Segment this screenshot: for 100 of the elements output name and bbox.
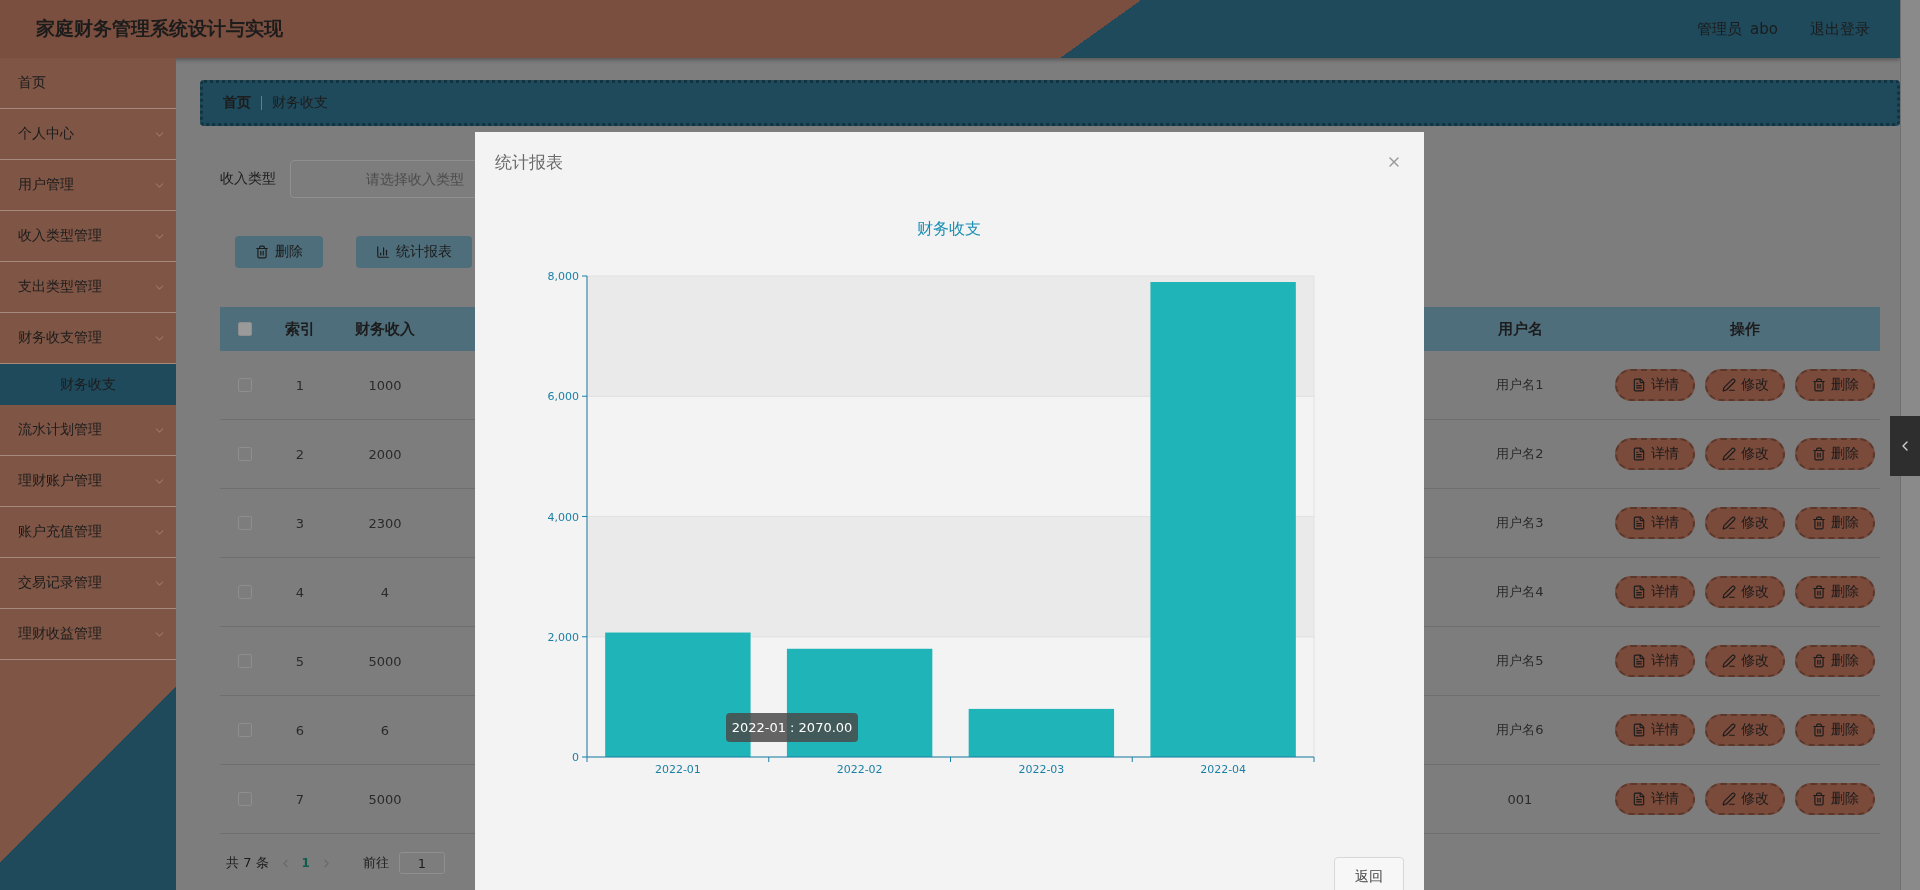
table-cell: 2 — [295, 446, 305, 462]
filter-label: 收入类型 — [220, 170, 276, 188]
table-cell: 用户名3 — [1496, 514, 1544, 532]
action-button[interactable]: 修改 — [1705, 507, 1785, 539]
sidebar-item[interactable]: 首页 — [0, 58, 176, 109]
logout-link[interactable]: 退出登录 — [1810, 19, 1870, 39]
document-icon — [1631, 654, 1646, 668]
sidebar-item[interactable]: 交易记录管理 — [0, 558, 176, 609]
bar[interactable] — [968, 708, 1115, 757]
pen-icon — [1721, 516, 1736, 530]
table-cell: 用户名5 — [1496, 652, 1544, 670]
document-icon — [1631, 516, 1646, 530]
table-cell: 4 — [380, 584, 390, 600]
y-tick-label: 4,000 — [547, 510, 579, 524]
action-button[interactable]: 详情 — [1615, 369, 1695, 401]
page-number[interactable]: 1 — [301, 856, 310, 870]
document-icon — [1631, 378, 1646, 392]
action-button[interactable]: 修改 — [1705, 783, 1785, 815]
table-cell: 用户名2 — [1496, 445, 1544, 463]
action-button[interactable]: 详情 — [1615, 783, 1695, 815]
trash-icon — [1811, 378, 1826, 392]
document-icon — [1631, 723, 1646, 737]
action-button[interactable]: 详情 — [1615, 576, 1695, 608]
table-cell: 1000 — [368, 377, 402, 393]
y-tick-label: 8,000 — [547, 270, 579, 283]
sidebar-item[interactable]: 理财账户管理 — [0, 456, 176, 507]
y-tick-label: 0 — [572, 751, 579, 764]
table-cell: 7 — [295, 791, 305, 807]
total-count: 共 7 条 — [226, 854, 269, 872]
user-role: 管理员 — [1697, 19, 1743, 39]
table-cell: 6 — [380, 722, 390, 738]
breadcrumb-item[interactable]: 财务收支 — [272, 94, 328, 112]
x-tick-label: 2022-01 — [654, 763, 701, 776]
table-cell: 2300 — [368, 515, 402, 531]
table-cell: 用户名4 — [1496, 583, 1544, 601]
action-button[interactable]: 删除 — [1795, 645, 1875, 677]
bar-chart-icon — [376, 245, 390, 259]
table-cell: 4 — [295, 584, 305, 600]
sidebar-item[interactable]: 个人中心 — [0, 109, 176, 160]
app-title: 家庭财务管理系统设计与实现 — [36, 16, 283, 41]
pen-icon — [1721, 585, 1736, 599]
back-button[interactable]: 返回 — [1334, 857, 1404, 890]
table-cell: 5000 — [368, 791, 402, 807]
action-button[interactable]: 删除 — [1795, 369, 1875, 401]
action-button[interactable]: 修改 — [1705, 369, 1785, 401]
action-button[interactable]: 删除 — [1795, 783, 1875, 815]
breadcrumb-item[interactable]: 首页 — [223, 94, 251, 112]
document-icon — [1631, 447, 1646, 461]
table-cell: 001 — [1507, 791, 1533, 807]
sidebar-item[interactable]: 理财收益管理 — [0, 609, 176, 660]
action-button[interactable]: 详情 — [1615, 645, 1695, 677]
trash-icon — [1811, 585, 1826, 599]
table-cell: 5000 — [368, 653, 402, 669]
action-button[interactable]: 详情 — [1615, 507, 1695, 539]
action-button[interactable]: 删除 — [1795, 576, 1875, 608]
action-button[interactable]: 详情 — [1615, 714, 1695, 746]
action-button[interactable]: 删除 — [1795, 438, 1875, 470]
column-header: 操作 — [1730, 319, 1760, 339]
column-header: 索引 — [285, 319, 315, 339]
trash-icon — [1811, 654, 1826, 668]
sidebar-item[interactable]: 账户充值管理 — [0, 507, 176, 558]
delete-button[interactable]: 删除 — [235, 236, 323, 268]
table-cell: 用户名6 — [1496, 721, 1544, 739]
action-button[interactable]: 修改 — [1705, 576, 1785, 608]
action-button[interactable]: 修改 — [1705, 645, 1785, 677]
action-button[interactable]: 修改 — [1705, 438, 1785, 470]
table-cell: 1 — [295, 377, 305, 393]
table-cell: 5 — [295, 653, 305, 669]
sidebar-subitem[interactable]: 财务收支 — [0, 364, 176, 405]
action-button[interactable]: 删除 — [1795, 714, 1875, 746]
table-cell: 6 — [295, 722, 305, 738]
sidebar-item[interactable]: 收入类型管理 — [0, 211, 176, 262]
table-cell: 3 — [295, 515, 305, 531]
checkbox[interactable] — [238, 322, 252, 336]
document-icon — [1631, 792, 1646, 806]
page-input[interactable]: 1 — [398, 852, 445, 874]
pen-icon — [1721, 792, 1736, 806]
trash-icon — [1811, 516, 1826, 530]
pen-icon — [1721, 447, 1736, 461]
pen-icon — [1721, 654, 1736, 668]
report-button[interactable]: 统计报表 — [356, 236, 472, 268]
y-tick-label: 2,000 — [547, 630, 579, 644]
sidebar-item[interactable]: 支出类型管理 — [0, 262, 176, 313]
action-button[interactable]: 详情 — [1615, 438, 1695, 470]
x-tick-label: 2022-04 — [1200, 763, 1247, 776]
chart-tooltip: 2022-01 : 2070.00 — [726, 713, 858, 742]
y-tick-label: 6,000 — [547, 390, 579, 404]
action-button[interactable]: 删除 — [1795, 507, 1875, 539]
sidebar-item[interactable]: 用户管理 — [0, 160, 176, 211]
action-button[interactable]: 修改 — [1705, 714, 1785, 746]
pen-icon — [1721, 723, 1736, 737]
sidebar-item[interactable]: 流水计划管理 — [0, 405, 176, 456]
pen-icon — [1721, 378, 1736, 392]
username: abo — [1750, 20, 1778, 38]
table-cell: 2000 — [368, 446, 402, 462]
trash-icon — [1811, 447, 1826, 461]
scrollbar[interactable] — [1900, 0, 1920, 890]
x-tick-label: 2022-02 — [836, 763, 883, 776]
collapse-tab[interactable] — [1890, 416, 1920, 476]
goto-label: 前往 — [362, 854, 389, 872]
